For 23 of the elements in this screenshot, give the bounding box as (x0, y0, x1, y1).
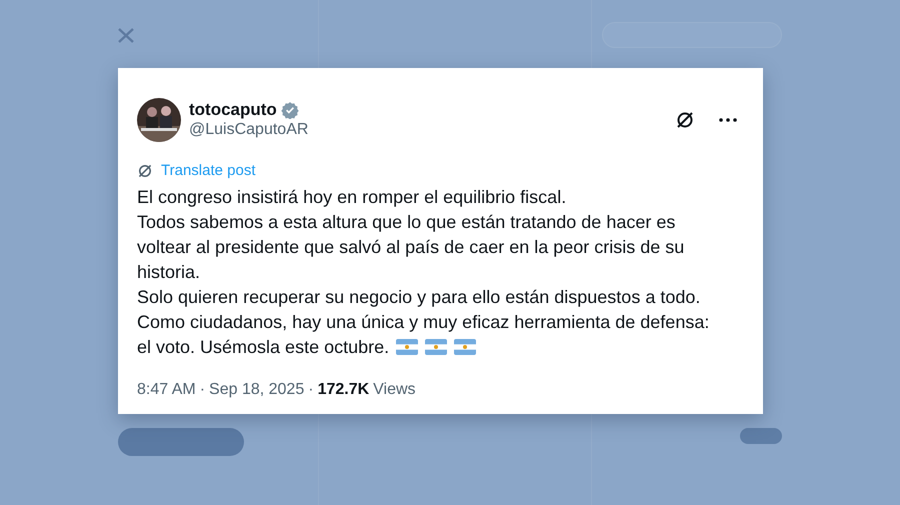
post-time[interactable]: 8:47 AM (137, 378, 196, 402)
views-label: Views (373, 380, 416, 400)
post-date[interactable]: Sep 18, 2025 (209, 378, 304, 402)
flag-icon (425, 338, 448, 354)
views-count: 172.7K (318, 380, 370, 400)
flag-icon (454, 338, 476, 354)
x-logo[interactable] (118, 28, 134, 44)
post-text: Como ciudadanos, hay una única y muy eficaz herramienta de defensa: (137, 310, 710, 334)
display-name[interactable]: totocaputo (189, 100, 277, 120)
avatar[interactable] (137, 98, 181, 142)
translate-icon[interactable] (675, 110, 695, 130)
post-text: el voto. Usémosla este octubre. (137, 336, 390, 356)
post-button[interactable] (118, 428, 244, 456)
user-handle[interactable]: @LuisCaputoAR (189, 120, 667, 140)
post-text: Todos sabemos a esta altura que lo que están tratando de hacer es voltear al presidente que salvó al país de caer en la peor crisis de su historia. (137, 210, 686, 284)
post-text: El congreso insistirá hoy en romper el equilibrio fiscal. (137, 186, 568, 209)
separator: · (200, 380, 206, 400)
more-icon[interactable] (719, 118, 737, 122)
post-text: Solo quieren recuperar su negocio y para ello están dispuestos a todo. (137, 286, 702, 309)
separator: · (308, 380, 314, 400)
follow-button[interactable] (740, 428, 782, 444)
flag-icon (396, 338, 418, 354)
translate-icon (137, 163, 153, 180)
